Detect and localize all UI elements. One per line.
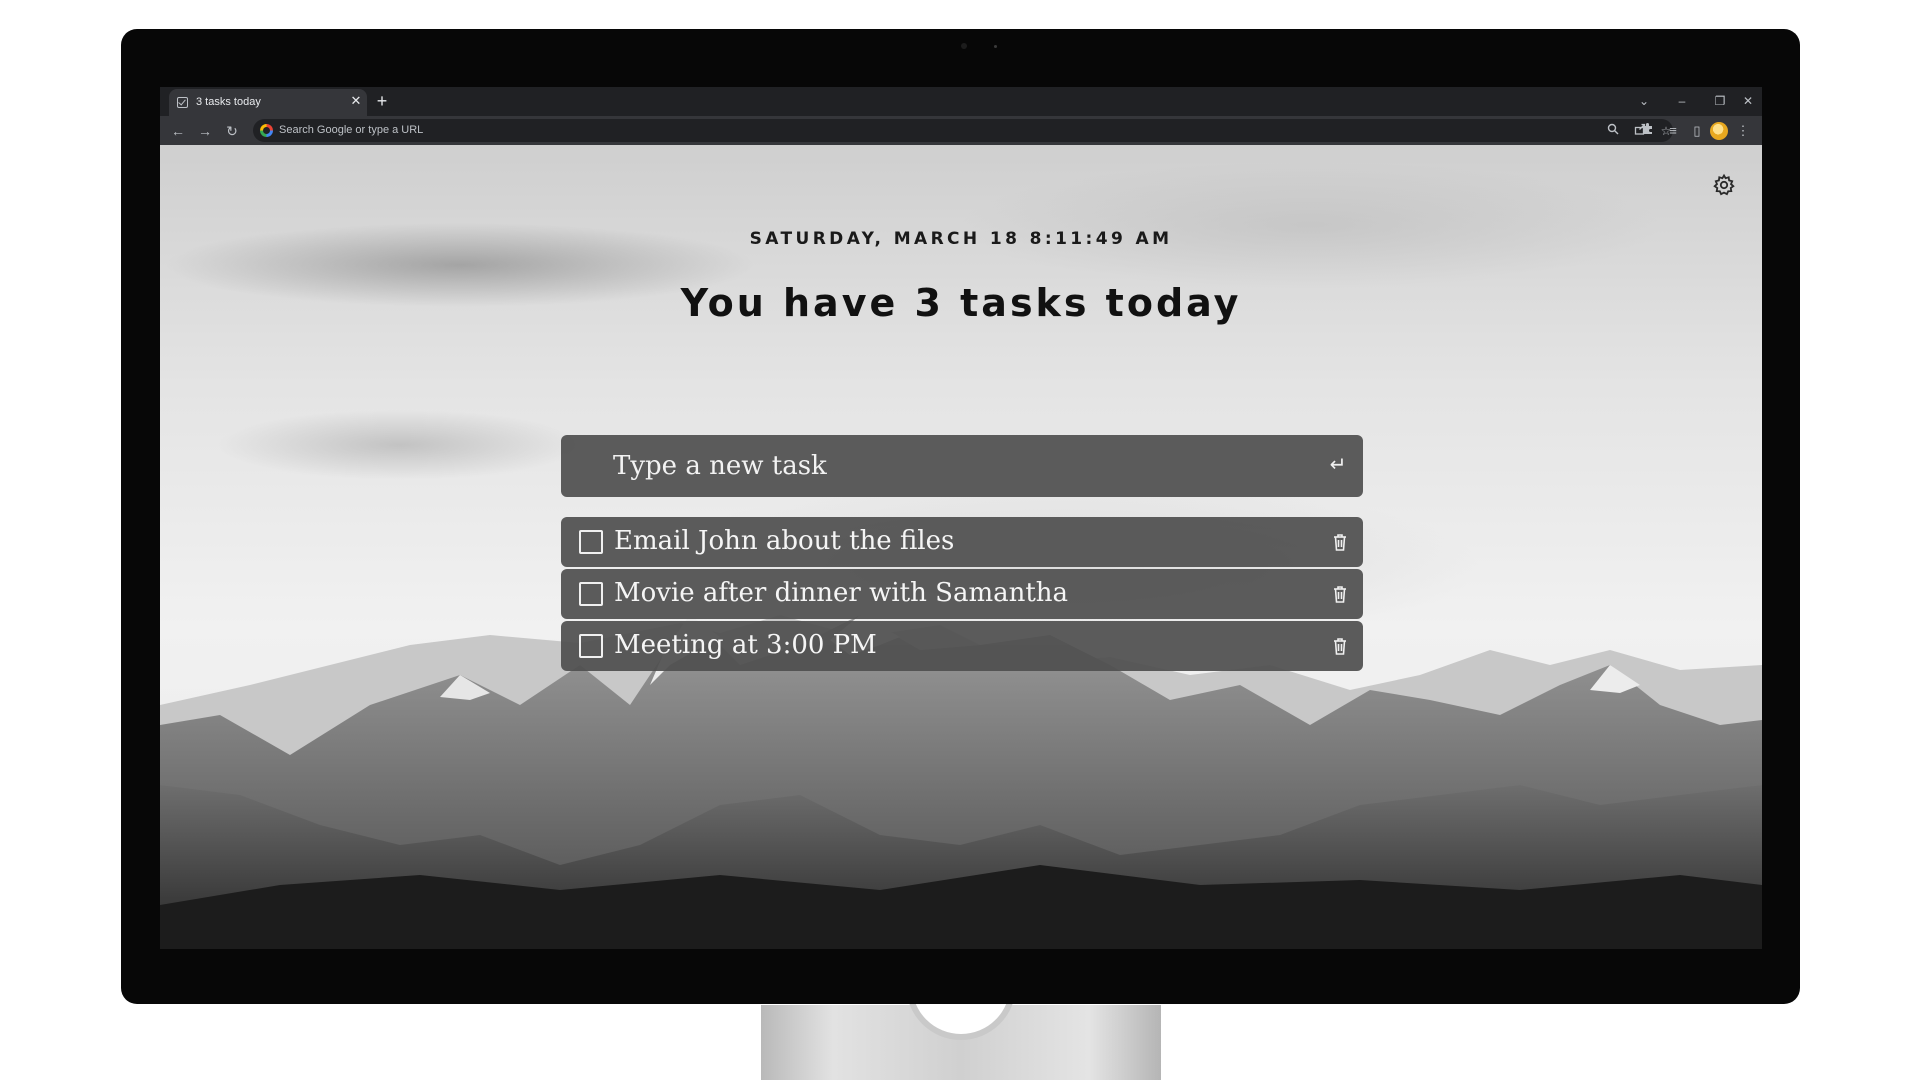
task-label[interactable]: Movie after dinner with Samantha (614, 578, 1068, 608)
delete-task-trash-icon[interactable] (1331, 532, 1349, 552)
checkbox-icon (177, 97, 188, 108)
tab-search-chevron-icon[interactable]: ⌄ (1634, 92, 1654, 110)
webcam (961, 43, 967, 49)
settings-gear-icon[interactable] (1712, 173, 1736, 197)
browser-toolbar: ← → ↻ Search Google or type a URL ☆ ≡ ▯ … (160, 116, 1762, 145)
task-label[interactable]: Email John about the files (614, 526, 954, 556)
close-window-button[interactable]: ✕ (1738, 92, 1758, 110)
delete-task-trash-icon[interactable] (1331, 636, 1349, 656)
enter-return-icon[interactable]: ↵ (1327, 454, 1349, 476)
screen: 3 tasks today ✕ + ⌄ – ❐ ✕ ← → ↻ Search G… (160, 87, 1762, 949)
new-task-input[interactable] (561, 435, 1321, 497)
profile-avatar[interactable] (1710, 122, 1728, 140)
task-item: Movie after dinner with Samantha (561, 569, 1363, 619)
browser-tab[interactable]: 3 tasks today ✕ (169, 89, 367, 116)
task-item: Meeting at 3:00 PM (561, 621, 1363, 671)
tab-close-icon[interactable]: ✕ (349, 94, 363, 108)
address-bar[interactable]: Search Google or type a URL ☆ (253, 119, 1673, 142)
address-bar-placeholder: Search Google or type a URL (279, 124, 424, 136)
task-count-headline: You have 3 tasks today (680, 281, 1242, 325)
current-datetime: SATURDAY, MARCH 18 8:11:49 AM (749, 229, 1173, 249)
task-checkbox[interactable] (579, 530, 603, 554)
zoom-icon[interactable] (1605, 123, 1621, 139)
todo-newtab-page: SATURDAY, MARCH 18 8:11:49 AM You have 3… (160, 145, 1762, 949)
browser-tab-bar: 3 tasks today ✕ + ⌄ – ❐ ✕ (160, 87, 1762, 116)
new-tab-button[interactable]: + (373, 92, 391, 110)
task-label[interactable]: Meeting at 3:00 PM (614, 630, 877, 660)
task-item: Email John about the files (561, 517, 1363, 567)
delete-task-trash-icon[interactable] (1331, 584, 1349, 604)
tab-title: 3 tasks today (196, 96, 261, 108)
media-control-icon[interactable]: ≡ (1664, 122, 1682, 140)
google-icon (260, 124, 273, 137)
restore-button[interactable]: ❐ (1710, 92, 1730, 110)
minimize-button[interactable]: – (1672, 92, 1692, 110)
extensions-puzzle-icon[interactable] (1638, 122, 1656, 140)
task-checkbox[interactable] (579, 634, 603, 658)
reload-button[interactable]: ↻ (222, 121, 242, 141)
new-task-box: ↵ (561, 435, 1363, 497)
monitor: 3 tasks today ✕ + ⌄ – ❐ ✕ ← → ↻ Search G… (121, 29, 1800, 1004)
back-button[interactable]: ← (168, 121, 188, 141)
chrome-menu-icon[interactable]: ⋮ (1734, 122, 1752, 140)
forward-button[interactable]: → (195, 121, 215, 141)
webcam-indicator (994, 45, 997, 48)
side-panel-icon[interactable]: ▯ (1688, 122, 1706, 140)
task-checkbox[interactable] (579, 582, 603, 606)
